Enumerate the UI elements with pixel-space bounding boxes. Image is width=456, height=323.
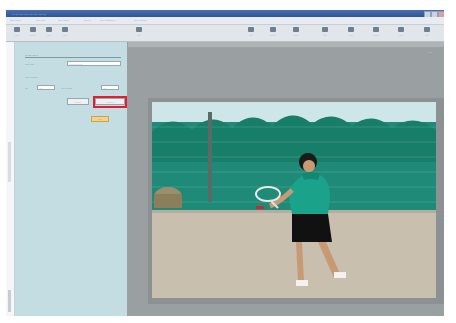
tool-icon xyxy=(398,27,404,32)
tool-icon xyxy=(136,27,142,32)
field-label: ... xyxy=(25,86,29,90)
secondary-button[interactable]: ...... xyxy=(67,98,89,105)
menu-item[interactable]: .............. xyxy=(100,18,116,22)
tool-icon xyxy=(373,27,379,32)
tool-icon xyxy=(14,27,20,32)
tool-icon xyxy=(46,27,52,32)
tool-icon xyxy=(270,27,276,32)
menu-item[interactable]: ........ xyxy=(36,18,45,22)
zoom-readout: .... xyxy=(428,50,432,54)
menu-bar: .......... ........ .......... ...... ..… xyxy=(6,17,444,25)
tennis-photo xyxy=(152,102,436,298)
toolbar-label: .... xyxy=(249,33,253,37)
strip-tab[interactable] xyxy=(8,290,11,312)
tool-icon xyxy=(30,27,36,32)
title-bar: ........................... xyxy=(6,10,444,18)
toolbar-button[interactable]: .... xyxy=(42,27,56,39)
photo-image[interactable] xyxy=(152,102,436,298)
field-label: ........ xyxy=(25,62,34,66)
toolbar-button[interactable]: .... xyxy=(244,27,258,39)
window-title: ........................... xyxy=(12,11,47,16)
toolbar-button[interactable]: ...... xyxy=(266,27,280,39)
divider xyxy=(25,57,121,58)
toolbar-label: .... xyxy=(425,33,429,37)
toolbar-button[interactable]: ...... xyxy=(26,27,40,39)
tool-icon xyxy=(322,27,328,32)
toolbar-label: .... xyxy=(294,33,298,37)
tool-icon xyxy=(293,27,299,32)
tool-icon xyxy=(62,27,68,32)
highlight-box xyxy=(93,96,127,108)
tool-icon xyxy=(248,27,254,32)
toolbar-label: ...... xyxy=(30,33,36,37)
menu-item[interactable]: .......... xyxy=(10,18,21,22)
toolbar-label: .... xyxy=(63,33,67,37)
strip-tab[interactable] xyxy=(8,142,11,182)
toolbar-button[interactable]: .... xyxy=(10,27,24,39)
tool-icon xyxy=(348,27,354,32)
app-window: ........................... .......... .… xyxy=(6,10,444,316)
toolbar-label: ...... xyxy=(373,33,379,37)
status-badge: .... xyxy=(91,116,109,122)
toolbar-button[interactable]: .... xyxy=(420,27,434,39)
left-tool-strip xyxy=(6,42,15,316)
toolbar-label: .... xyxy=(399,33,403,37)
menu-item[interactable]: .......... xyxy=(58,18,69,22)
number-field[interactable]: .... xyxy=(37,85,55,90)
toolbar-label: .... xyxy=(349,33,353,37)
toolbar-label: .... xyxy=(47,33,51,37)
toolbar-button[interactable]: .... xyxy=(394,27,408,39)
field-label: .......... xyxy=(61,86,73,90)
toolbar-label: .... xyxy=(323,33,327,37)
toolbar-button[interactable]: ...... xyxy=(369,27,383,39)
toolbar-button[interactable]: .... xyxy=(58,27,72,39)
field-label: ............ xyxy=(25,75,39,79)
ruler xyxy=(128,42,444,47)
text-field[interactable]: ............... xyxy=(67,61,121,66)
toolbar-button[interactable]: .... xyxy=(289,27,303,39)
toolbar-button[interactable]: .... xyxy=(318,27,332,39)
toolbar-label: .... xyxy=(15,33,19,37)
menu-item[interactable]: ...... xyxy=(84,18,91,22)
toolbar-button[interactable]: .... xyxy=(132,27,146,39)
toolbar-label: ...... xyxy=(270,33,276,37)
number-field[interactable]: .... xyxy=(101,85,119,90)
toolbar-label: .... xyxy=(137,33,141,37)
menu-item[interactable]: ............ xyxy=(134,18,147,22)
toolbar: .... ...... .... .... .... .... ...... .… xyxy=(6,25,444,42)
canvas-area: .... xyxy=(128,42,444,316)
toolbar-button[interactable]: .... xyxy=(344,27,358,39)
tool-icon xyxy=(424,27,430,32)
settings-panel: .......... ........ ............... ....… xyxy=(15,42,127,316)
